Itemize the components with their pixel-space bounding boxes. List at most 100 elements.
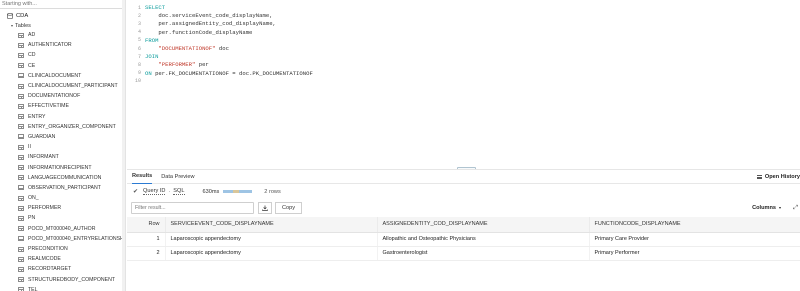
code-line: 1 SELECT bbox=[127, 4, 165, 11]
tables-group[interactable]: Tables bbox=[0, 21, 125, 30]
table-name: POCD_MT000040_AUTHOR bbox=[28, 225, 96, 232]
database-name: CDA bbox=[16, 13, 29, 19]
table-list-item[interactable]: REALMCODE bbox=[0, 254, 125, 264]
table-list-item[interactable]: II bbox=[0, 142, 125, 152]
table-icon bbox=[18, 124, 24, 130]
table-icon bbox=[18, 185, 24, 191]
database-node[interactable]: CDA bbox=[0, 11, 125, 21]
table-icon bbox=[18, 287, 24, 291]
sql-identifier: per bbox=[195, 61, 209, 69]
copy-button[interactable]: Copy bbox=[275, 202, 303, 214]
table-icon bbox=[18, 256, 24, 262]
table-list-item[interactable]: ON_ bbox=[0, 193, 125, 203]
table-row[interactable]: 2 Laparoscopic appendectomy Gastroenterolo… bbox=[127, 246, 800, 261]
table-name: AD bbox=[28, 32, 36, 39]
table-name: OBSERVATION_PARTICIPANT bbox=[28, 184, 101, 191]
column-header[interactable]: Row bbox=[127, 217, 166, 233]
table-name: ENTRY_ORGANIZER_COMPONENT bbox=[28, 123, 116, 130]
table-name: PERFORMER bbox=[28, 205, 62, 212]
table-name: POCD_MT000040_ENTRYRELATIONSHI bbox=[28, 235, 126, 242]
table-list-item[interactable]: TEL bbox=[0, 285, 125, 291]
code-line: 3 per.assignedEntity_cod_displayName, bbox=[127, 20, 276, 27]
table-cell: Allopathic and Osteopathic Physicians bbox=[377, 232, 590, 247]
table-name: INFORMATIONRECIPIENT bbox=[28, 164, 92, 171]
table-cell: Primary Performer bbox=[589, 246, 800, 261]
sql-identifier: per.assignedEntity_cod_displayName, bbox=[145, 20, 276, 28]
table-name: INFORMANT bbox=[28, 154, 59, 161]
table-list-item[interactable]: OBSERVATION_PARTICIPANT bbox=[0, 183, 125, 193]
table-row[interactable]: 1 Laparoscopic appendectomy Allopathic and… bbox=[127, 232, 800, 247]
table-list-item[interactable]: CLINICALDOCUMENT_PARTICIPANT bbox=[0, 81, 125, 91]
table-name: TEL bbox=[28, 286, 38, 291]
table-list-item[interactable]: CE bbox=[0, 61, 125, 71]
table-name: EFFECTIVETIME bbox=[28, 103, 69, 110]
table-list-item[interactable]: CLINICALDOCUMENT bbox=[0, 71, 125, 81]
line-number: 1 bbox=[137, 4, 141, 11]
results-tabs: Results Data Preview Open History bbox=[127, 170, 800, 184]
table-cell: Gastroenterologist bbox=[377, 246, 590, 261]
table-list-item[interactable]: STRUCTUREDBODY_COMPONENT bbox=[0, 275, 125, 285]
filter-result-input[interactable] bbox=[135, 205, 253, 211]
chevron-down-icon bbox=[11, 24, 13, 27]
results-toolbar: Copy Columns ⤢ bbox=[127, 199, 800, 217]
code-line: 8 "PERFORMER" per bbox=[127, 61, 209, 68]
table-list-item[interactable]: PRECONDITION bbox=[0, 244, 125, 254]
table-list-item[interactable]: PERFORMER bbox=[0, 203, 125, 213]
table-list-item[interactable]: ENTRY_ORGANIZER_COMPONENT bbox=[0, 122, 125, 132]
table-list-item[interactable]: POCD_MT000040_AUTHOR bbox=[0, 224, 125, 234]
schema-filter[interactable] bbox=[0, 0, 122, 9]
expand-icon[interactable]: ⤢ bbox=[793, 199, 798, 217]
code-line: 10 bbox=[127, 78, 145, 85]
columns-dropdown[interactable]: Columns bbox=[752, 199, 783, 217]
table-list-item[interactable]: GUARDIAN bbox=[0, 132, 125, 142]
line-number: 5 bbox=[137, 37, 141, 44]
table-name: ENTRY bbox=[28, 113, 46, 120]
tab-data-preview[interactable]: Data Preview bbox=[161, 170, 194, 184]
line-number: 10 bbox=[134, 78, 141, 85]
database-icon bbox=[7, 13, 13, 19]
table-icon bbox=[18, 277, 24, 283]
table-name: PRECONDITION bbox=[28, 246, 68, 253]
schema-filter-input[interactable] bbox=[2, 1, 122, 7]
table-list-item[interactable]: AD bbox=[0, 30, 125, 40]
open-history-label: Open History bbox=[764, 174, 800, 180]
table-icon bbox=[18, 103, 24, 109]
table-list-item[interactable]: PN bbox=[0, 213, 125, 223]
table-icon bbox=[18, 93, 24, 99]
table-list-item[interactable]: INFORMATIONRECIPIENT bbox=[0, 162, 125, 172]
sql-identifier: doc bbox=[215, 45, 229, 52]
duration-bar bbox=[223, 190, 253, 193]
table-icon bbox=[18, 114, 24, 120]
table-name: GUARDIAN bbox=[28, 133, 56, 140]
table-icon bbox=[18, 63, 24, 69]
download-button[interactable] bbox=[258, 202, 272, 214]
open-history-button[interactable]: Open History bbox=[756, 170, 800, 184]
column-header[interactable]: FUNCTIONCODE_DISPLAYNAME bbox=[589, 217, 800, 233]
table-list-item[interactable]: CD bbox=[0, 50, 125, 60]
table-name: LANGUAGECOMMUNICATION bbox=[28, 174, 102, 181]
table-list-item[interactable]: DOCUMENTATIONOF bbox=[0, 91, 125, 101]
sql-editor[interactable]: 1 SELECT 2 doc.serviceEvent_code_displayNa… bbox=[127, 0, 800, 168]
table-cell: Laparoscopic appendectomy bbox=[165, 246, 378, 261]
table-list-item[interactable]: EFFECTIVETIME bbox=[0, 101, 125, 111]
table-icon bbox=[18, 73, 24, 79]
sidebar-scrollbar[interactable] bbox=[122, 0, 125, 291]
tab-results[interactable]: Results bbox=[132, 170, 153, 184]
code-line: 2 doc.serviceEvent_code_displayName, bbox=[127, 12, 273, 19]
column-header[interactable]: ASSIGNEDENTITY_COD_DISPLAYNAME bbox=[377, 217, 590, 233]
query-id-link[interactable]: Query ID bbox=[143, 188, 166, 195]
table-list-item[interactable]: LANGUAGECOMMUNICATION bbox=[0, 173, 125, 183]
table-icon bbox=[18, 144, 24, 150]
table-list-item[interactable]: RECORDTARGET bbox=[0, 264, 125, 274]
table-icon bbox=[18, 175, 24, 181]
table-list-item[interactable]: INFORMANT bbox=[0, 152, 125, 162]
sql-keyword: ON bbox=[145, 69, 152, 77]
column-header[interactable]: SERVICEEVENT_CODE_DISPLAYNAME bbox=[165, 217, 378, 233]
filter-result-field[interactable] bbox=[131, 202, 254, 214]
table-list-item[interactable]: ENTRY bbox=[0, 112, 125, 122]
line-number: 3 bbox=[137, 20, 141, 27]
sql-link[interactable]: SQL bbox=[173, 188, 185, 195]
table-icon bbox=[18, 246, 24, 252]
table-list-item[interactable]: AUTHENTICATOR bbox=[0, 40, 125, 50]
table-list-item[interactable]: POCD_MT000040_ENTRYRELATIONSHI bbox=[0, 234, 125, 244]
